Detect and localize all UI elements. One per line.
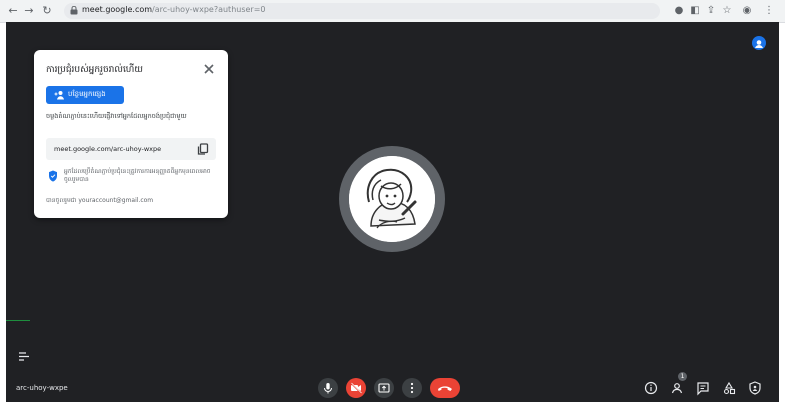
microphone-icon bbox=[324, 383, 332, 394]
meeting-stage: ការប្រជុំរបស់អ្នករួចរាល់ហើយ បន្ថែមអ្នកផ្… bbox=[6, 22, 779, 402]
profile-icon[interactable]: ◉ bbox=[740, 4, 754, 18]
illustrated-person-avatar bbox=[349, 156, 435, 242]
shield-icon bbox=[49, 170, 57, 182]
url-host: meet.google.com bbox=[82, 5, 153, 14]
share-icon[interactable]: ⇪ bbox=[704, 4, 718, 18]
account-avatar[interactable] bbox=[752, 36, 766, 50]
browser-menu-icon[interactable]: ⋮ bbox=[762, 4, 776, 18]
close-icon[interactable] bbox=[202, 62, 216, 76]
browser-toolbar: ← → ↻ meet.google.com/arc-uhoy-wxpe?auth… bbox=[0, 0, 785, 23]
bookmark-star-icon[interactable]: ☆ bbox=[720, 4, 734, 18]
add-others-button[interactable]: បន្ថែមអ្នកផ្សេង bbox=[46, 86, 124, 104]
accent-line bbox=[6, 320, 30, 321]
microphone-button[interactable] bbox=[318, 378, 338, 398]
activities-shapes-icon[interactable] bbox=[721, 380, 737, 396]
participant-avatar bbox=[349, 156, 435, 242]
forward-icon[interactable]: → bbox=[22, 4, 36, 18]
participants-icon[interactable] bbox=[669, 380, 685, 396]
address-bar[interactable]: meet.google.com/arc-uhoy-wxpe?authuser=0 bbox=[64, 3, 660, 19]
reload-icon[interactable]: ↻ bbox=[40, 4, 54, 18]
meeting-link-text: meet.google.com/arc-uhoy-wxpe bbox=[54, 145, 162, 153]
add-person-icon bbox=[54, 91, 64, 100]
present-screen-icon bbox=[378, 383, 390, 393]
meeting-info-icon[interactable] bbox=[643, 380, 659, 396]
back-icon[interactable]: ← bbox=[6, 4, 20, 18]
meeting-code: arc-uhoy-wxpe bbox=[16, 384, 68, 392]
participants-count-badge: 1 bbox=[678, 372, 687, 381]
activities-icon[interactable] bbox=[19, 352, 29, 361]
camera-indicator-icon[interactable]: ● bbox=[672, 4, 686, 18]
user-icon bbox=[755, 40, 763, 48]
extension-icon[interactable]: ◧ bbox=[688, 4, 702, 18]
camera-button[interactable] bbox=[346, 378, 366, 398]
hang-up-icon bbox=[438, 386, 452, 391]
security-note: អ្នកដែលប្រើតំណភ្ជាប់ប្រជុំនេះត្រូវការការ… bbox=[64, 168, 211, 183]
lock-icon bbox=[70, 6, 78, 15]
dialog-description: ចម្លងតំណភ្ជាប់នេះហើយផ្ញើវាទៅអ្នកដែលអ្នកច… bbox=[46, 112, 187, 120]
add-others-label: បន្ថែមអ្នកផ្សេង bbox=[68, 90, 106, 98]
meeting-ready-dialog: ការប្រជុំរបស់អ្នករួចរាល់ហើយ បន្ថែមអ្នកផ្… bbox=[34, 50, 228, 218]
meeting-link-box: meet.google.com/arc-uhoy-wxpe bbox=[46, 138, 216, 160]
dialog-title: ការប្រជុំរបស់អ្នករួចរាល់ហើយ bbox=[46, 65, 143, 75]
more-options-button[interactable] bbox=[402, 378, 422, 398]
camera-off-icon bbox=[350, 382, 362, 394]
present-button[interactable] bbox=[374, 378, 394, 398]
more-vert-icon bbox=[410, 382, 414, 394]
url-text: meet.google.com/arc-uhoy-wxpe?authuser=0 bbox=[82, 5, 266, 14]
host-controls-icon[interactable] bbox=[747, 380, 763, 396]
leave-call-button[interactable] bbox=[430, 378, 460, 398]
chat-icon[interactable] bbox=[695, 380, 711, 396]
copy-icon[interactable] bbox=[196, 142, 210, 156]
url-path: /arc-uhoy-wxpe?authuser=0 bbox=[152, 5, 266, 14]
joined-as-text: បានចូលរួមជា youraccount@gmail.com bbox=[46, 197, 154, 204]
